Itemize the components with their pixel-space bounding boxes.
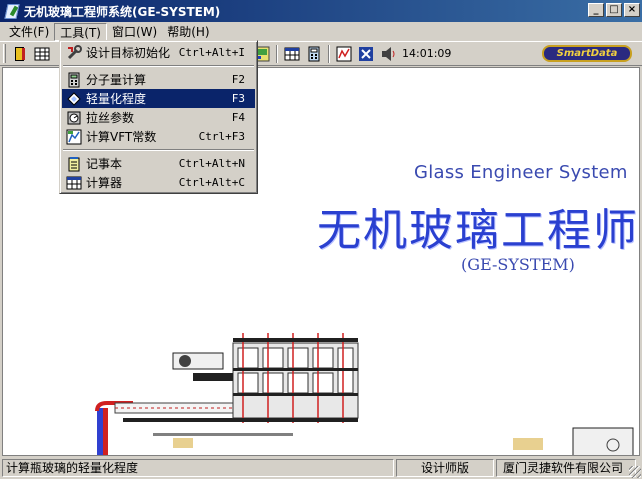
menu-help[interactable]: 帮助(H) [162,23,214,41]
menu-item-label: 设计目标初始化 [86,46,171,60]
menu-item-label: 分子量计算 [86,73,147,87]
menu-item-vft-constants[interactable]: 计算VFT常数 Ctrl+F3 [62,127,255,146]
status-company: 厦门灵捷软件有限公司 [496,458,636,477]
menu-item-shortcut: Ctrl+Alt+C [178,176,245,189]
splash-title-cn: 无机玻璃工程师 [317,205,639,256]
menu-window[interactable]: 窗口(W) [107,23,162,41]
splash-title-en: Glass Engineer System [414,162,628,183]
toolbar-separator [328,44,330,63]
menu-item-lightweight[interactable]: 轻量化程度 F3 [62,89,255,108]
drawing-icon [64,108,84,127]
menu-item-label: 拉丝参数 [86,111,135,125]
speaker-icon[interactable] [378,44,398,64]
window-title: 无机玻璃工程师系统(GE-SYSTEM) [24,4,221,19]
menu-file[interactable]: 文件(F) [4,23,54,41]
status-message: 计算瓶玻璃的轻量化程度 [2,458,394,477]
toolbar-separator [276,44,278,63]
tools-icon [64,43,84,62]
menu-item-shortcut: F2 [231,73,245,86]
chart-icon[interactable] [334,44,354,64]
glass-plant-illustration [95,333,634,455]
resize-grip[interactable] [629,466,641,478]
clock-display: 14:01:09 [402,47,452,60]
menu-item-label: 计算VFT常数 [86,130,157,144]
menu-item-label: 轻量化程度 [86,92,147,106]
status-bar: 计算瓶玻璃的轻量化程度 设计师版 厦门灵捷软件有限公司 [0,456,642,479]
notepad-icon [64,154,84,173]
menu-item-shortcut: Ctrl+Alt+I [178,46,245,59]
calculator-icon [64,70,84,89]
menu-item-molecular-weight[interactable]: 分子量计算 F2 [62,70,255,89]
tools-dropdown-menu: 设计目标初始化 Ctrl+Alt+I 分子量计算 F2 轻量化程度 F3 拉丝参… [59,40,258,194]
title-bar[interactable]: 无机玻璃工程师系统(GE-SYSTEM) _ □ × [0,0,642,22]
calculator2-icon [64,173,84,192]
menu-item-shortcut: F4 [231,111,245,124]
splash-subtitle: (GE-SYSTEM) [461,255,575,274]
menu-item-label: 计算器 [86,176,123,190]
menu-separator [63,65,254,67]
grid-icon[interactable] [32,44,52,64]
menu-bar: 文件(F) 工具(T) 窗口(W) 帮助(H) [0,22,642,41]
app-icon[interactable] [4,3,20,19]
menu-item-shortcut: Ctrl+F3 [198,130,245,143]
minimize-button[interactable]: _ [588,3,604,17]
close-button[interactable]: × [624,3,640,17]
exit-icon[interactable] [10,44,30,64]
menu-item-shortcut: Ctrl+Alt+N [178,157,245,170]
calculator-icon[interactable] [304,44,324,64]
window-controls: _ □ × [588,3,640,17]
menu-separator [63,149,254,151]
formula-icon[interactable] [356,44,376,64]
menu-item-calculator[interactable]: 计算器 Ctrl+Alt+C [62,173,255,192]
lightweight-icon [64,89,84,108]
maximize-button[interactable]: □ [606,3,622,17]
menu-item-shortcut: F3 [231,92,245,105]
smartdata-logo[interactable]: SmartData [542,45,632,62]
toolbar-grip[interactable] [3,44,6,63]
status-role: 设计师版 [396,458,494,477]
table-icon[interactable] [282,44,302,64]
vft-icon [64,127,84,146]
menu-item-notepad[interactable]: 记事本 Ctrl+Alt+N [62,154,255,173]
menu-item-design-init[interactable]: 设计目标初始化 Ctrl+Alt+I [62,43,255,62]
menu-item-drawing-params[interactable]: 拉丝参数 F4 [62,108,255,127]
menu-item-label: 记事本 [86,157,123,171]
menu-tools[interactable]: 工具(T) [54,22,107,41]
